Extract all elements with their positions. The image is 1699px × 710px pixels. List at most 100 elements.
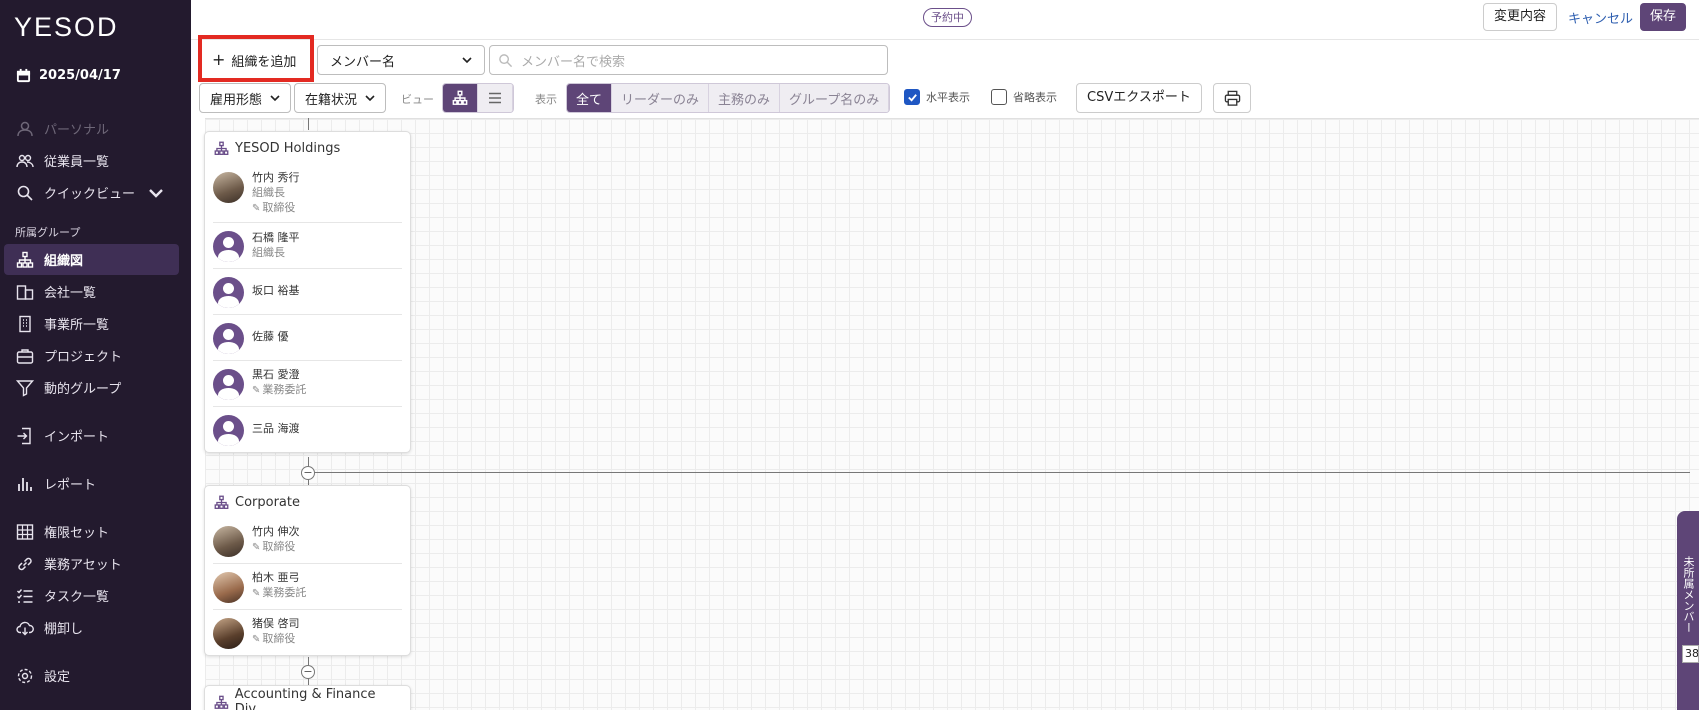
org-card-title: Accounting & Finance Div... xyxy=(205,686,410,710)
add-org-button[interactable]: + 組織を追加 xyxy=(204,46,305,74)
sidebar-item-label: 業務アセット xyxy=(44,558,122,573)
filter-icon xyxy=(16,379,34,397)
position-text: 取締役 xyxy=(262,632,296,645)
changes-button[interactable]: 変更内容 xyxy=(1483,3,1558,31)
employment-type-dropdown[interactable]: 雇用形態 xyxy=(199,83,292,113)
csv-export-button[interactable]: CSVエクスポート xyxy=(1076,83,1202,113)
chevron-down-icon xyxy=(149,188,163,198)
org-card-corporate[interactable]: Corporate 竹内 伸次 ✎ 取締役 柏木 亜弓 ✎ 業務委託 猪俣 啓司 ✎… xyxy=(204,485,411,656)
org-card-accounting[interactable]: Accounting & Finance Div... xyxy=(204,685,411,710)
sidebar-item-projects[interactable]: プロジェクト xyxy=(4,340,179,371)
list-view-button[interactable] xyxy=(478,84,513,112)
employment-type-label: 雇用形態 xyxy=(210,92,263,108)
org-name: YESOD Holdings xyxy=(235,140,341,156)
org-chart-canvas[interactable] xyxy=(205,118,1699,710)
sidebar-item-tasks[interactable]: タスク一覧 xyxy=(4,580,179,611)
cloud-download-icon xyxy=(16,621,34,635)
member-name: 竹内 秀行 xyxy=(252,171,300,184)
org-chart-icon xyxy=(214,495,229,509)
display-option-group-names[interactable]: グループ名のみ xyxy=(780,84,890,112)
sidebar-item-report[interactable]: レポート xyxy=(4,468,179,499)
avatar xyxy=(213,172,244,203)
display-label: 表示 xyxy=(535,93,557,106)
view-label: ビュー xyxy=(401,93,434,106)
avatar xyxy=(213,618,244,649)
member-role: 組織長 xyxy=(252,245,285,259)
member-field-select[interactable]: メンバー名 xyxy=(317,45,485,75)
member-name: 石橋 隆平 xyxy=(252,230,300,244)
sidebar-item-assets[interactable]: 業務アセット xyxy=(4,548,179,579)
org-chart-icon xyxy=(452,90,468,105)
section-label: 所属グループ xyxy=(15,226,81,239)
unassigned-members-label: 未所属メンバー xyxy=(1682,556,1695,633)
sidebar-item-personal[interactable]: パーソナル xyxy=(4,113,179,144)
avatar xyxy=(213,369,244,400)
sidebar-item-import[interactable]: インポート xyxy=(4,420,179,451)
sidebar-item-settings[interactable]: 設定 xyxy=(4,660,179,691)
sidebar-item-label: インポート xyxy=(44,430,110,445)
gear-icon xyxy=(17,668,33,683)
display-option-leaders[interactable]: リーダーのみ xyxy=(612,84,710,112)
member-name: 柏木 亜弓 xyxy=(252,571,300,584)
member-position: ✎ 取締役 xyxy=(252,631,300,647)
sidebar-item-label: 組織図 xyxy=(44,254,84,269)
member-row[interactable]: 柏木 亜弓 ✎ 業務委託 xyxy=(213,564,402,610)
avatar xyxy=(213,572,244,603)
compact-display-label: 省略表示 xyxy=(1013,91,1057,104)
horizontal-display-checkbox[interactable]: 水平表示 xyxy=(904,89,970,105)
save-button[interactable]: 保存 xyxy=(1640,3,1687,31)
sidebar-item-label: 設定 xyxy=(44,670,71,685)
sidebar-item-dynamic-groups[interactable]: 動的グループ xyxy=(4,372,179,403)
avatar xyxy=(213,323,244,354)
compact-display-checkbox[interactable]: 省略表示 xyxy=(991,89,1057,105)
sidebar-item-companies[interactable]: 会社一覧 xyxy=(4,276,179,307)
display-filter-group: 全て リーダーのみ 主務のみ グループ名のみ xyxy=(566,83,891,113)
edit-icon: ✎ xyxy=(252,203,261,214)
display-option-all[interactable]: 全て xyxy=(567,84,613,112)
member-position: ✎ 業務委託 xyxy=(252,585,306,601)
cancel-button[interactable]: キャンセル xyxy=(1568,8,1633,27)
member-row[interactable]: 坂口 裕基 xyxy=(213,269,402,315)
org-name: Corporate xyxy=(235,494,300,510)
member-row[interactable]: 佐藤 優 xyxy=(213,315,402,361)
member-row[interactable]: 竹内 秀行 組織長 ✎ 取締役 xyxy=(213,164,402,223)
print-button[interactable] xyxy=(1213,83,1251,113)
sidebar-item-quickview[interactable]: クイックビュー xyxy=(4,177,179,208)
sidebar-item-label: 権限セット xyxy=(44,526,110,541)
checkbox-checked-icon xyxy=(904,89,920,105)
sidebar-item-label: レポート xyxy=(44,478,97,493)
org-card-yesod-holdings[interactable]: YESOD Holdings 竹内 秀行 組織長 ✎ 取締役 石橋 隆平 組織長 … xyxy=(204,131,411,453)
import-icon xyxy=(17,427,31,444)
collapse-button[interactable]: − xyxy=(301,665,315,679)
sidebar-item-label: プロジェクト xyxy=(44,350,123,365)
plus-icon: + xyxy=(212,50,226,69)
member-name: 猪俣 啓司 xyxy=(252,617,300,630)
member-row[interactable]: 黒石 愛澄 ✎ 業務委託 xyxy=(213,361,402,407)
add-org-label: 組織を追加 xyxy=(231,54,297,70)
sidebar-item-orgchart[interactable]: 組織図 xyxy=(4,244,179,275)
app-logo: YESOD xyxy=(14,12,119,42)
member-search-input[interactable]: メンバー名で検索 xyxy=(489,45,888,75)
sidebar-item-permissions[interactable]: 権限セット xyxy=(4,516,179,547)
member-row[interactable]: 竹内 伸次 ✎ 取締役 xyxy=(213,518,402,564)
sidebar: YESOD 2025/04/17 パーソナル 従業員一覧 クイックビュー 所属グ… xyxy=(0,0,191,710)
sidebar-item-offices[interactable]: 事業所一覧 xyxy=(4,308,179,339)
member-row[interactable]: 三品 海渡 xyxy=(213,407,402,452)
display-option-primary[interactable]: 主務のみ xyxy=(709,84,781,112)
sidebar-item-inventory[interactable]: 棚卸し xyxy=(4,612,179,643)
unassigned-members-tab[interactable]: 未所属メンバー xyxy=(1677,511,1699,710)
date-selector[interactable]: 2025/04/17 xyxy=(16,68,121,83)
sidebar-item-employees[interactable]: 従業員一覧 xyxy=(4,145,179,176)
grid-icon xyxy=(16,523,34,540)
collapse-button[interactable]: − xyxy=(301,466,315,480)
connector-line xyxy=(308,118,309,130)
sidebar-item-label: 事業所一覧 xyxy=(44,318,110,333)
member-row[interactable]: 猪俣 啓司 ✎ 取締役 xyxy=(213,610,402,655)
org-chart-icon xyxy=(214,141,229,155)
search-icon xyxy=(17,185,33,201)
tree-view-button[interactable] xyxy=(443,84,478,112)
status-dropdown[interactable]: 在籍状況 xyxy=(294,83,387,113)
users-icon xyxy=(16,154,34,167)
member-row[interactable]: 石橋 隆平 組織長 xyxy=(213,223,402,269)
search-placeholder: メンバー名で検索 xyxy=(521,54,626,70)
